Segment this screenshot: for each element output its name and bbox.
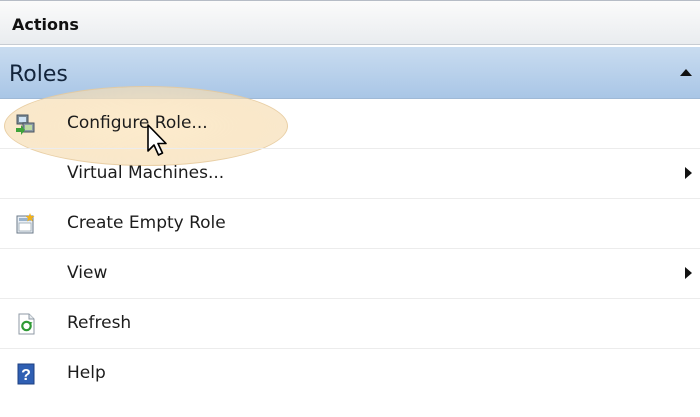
mouse-cursor-icon	[147, 124, 167, 156]
menu-item-label: Refresh	[67, 313, 132, 333]
submenu-arrow-icon	[685, 267, 692, 279]
menu-item-create-empty-role[interactable]: Create Empty Role	[0, 199, 700, 249]
roles-section-title: Roles	[9, 62, 68, 87]
create-empty-role-icon	[16, 213, 35, 234]
configure-role-icon	[16, 114, 35, 135]
actions-header: Actions	[0, 0, 700, 45]
menu-item-help[interactable]: ? Help	[0, 349, 700, 399]
collapse-up-icon[interactable]	[680, 69, 692, 76]
menu-item-configure-role[interactable]: Configure Role...	[0, 99, 700, 149]
menu-item-view[interactable]: View	[0, 249, 700, 299]
actions-menu: Configure Role... Virtual Machines... Cr…	[0, 99, 700, 399]
menu-item-label: View	[67, 263, 108, 283]
menu-item-label: Configure Role...	[67, 113, 208, 133]
svg-text:?: ?	[21, 367, 31, 384]
help-icon: ?	[17, 363, 35, 385]
menu-item-label: Virtual Machines...	[67, 163, 225, 183]
submenu-arrow-icon	[685, 167, 692, 179]
menu-item-label: Help	[67, 363, 106, 383]
actions-pane: Actions Roles Configure Role... Virtual …	[0, 0, 700, 417]
refresh-icon	[18, 313, 35, 335]
menu-item-label: Create Empty Role	[67, 213, 226, 233]
actions-title: Actions	[12, 15, 79, 34]
menu-item-refresh[interactable]: Refresh	[0, 299, 700, 349]
menu-item-virtual-machines[interactable]: Virtual Machines...	[0, 149, 700, 199]
